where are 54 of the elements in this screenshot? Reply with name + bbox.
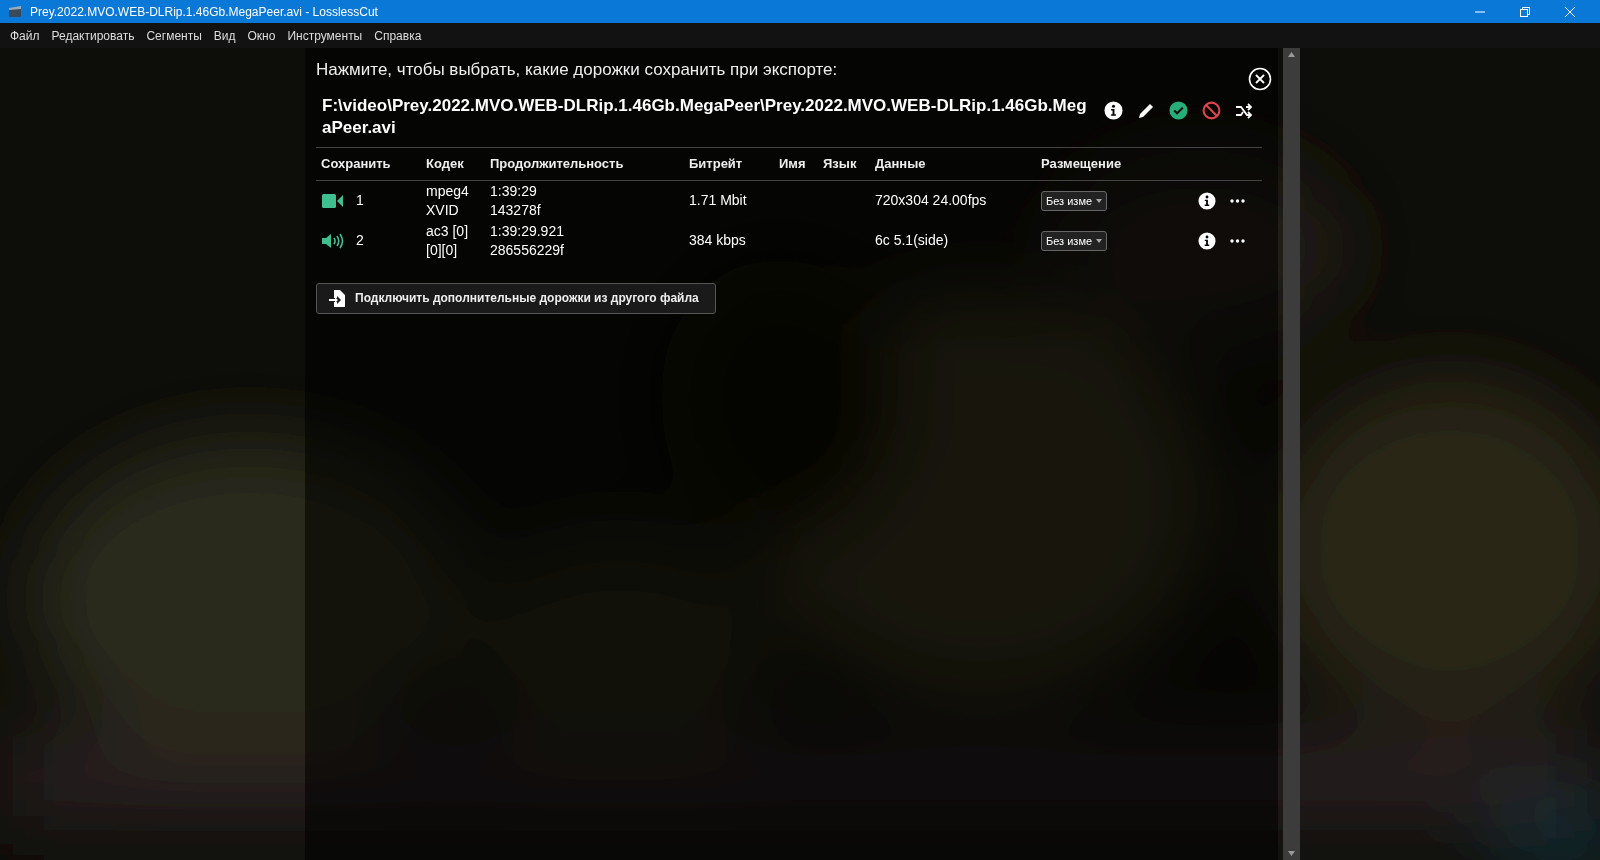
- menu-item[interactable]: Справка: [368, 26, 428, 45]
- video-camera-icon[interactable]: [322, 193, 344, 208]
- caret-icon: [1096, 239, 1103, 243]
- menu-item[interactable]: Окно: [241, 26, 282, 45]
- menu-item[interactable]: Редактировать: [45, 26, 141, 45]
- prohibited-icon[interactable]: [1202, 101, 1221, 120]
- pencil-icon[interactable]: [1137, 101, 1155, 120]
- data-text: 720x304 24.00fps: [875, 192, 987, 208]
- column-header: Имя: [774, 147, 818, 180]
- close-button[interactable]: [1248, 67, 1272, 91]
- caret-icon: [1096, 199, 1103, 203]
- placement-dropdown[interactable]: Без изме: [1041, 190, 1108, 212]
- menu-item[interactable]: Инструменты: [281, 26, 369, 45]
- app-icon: [8, 4, 22, 19]
- shuffle-icon[interactable]: [1235, 102, 1253, 119]
- more-icon[interactable]: [1230, 238, 1245, 243]
- column-header: Битрейт: [684, 147, 774, 180]
- column-header: Размещение: [1036, 147, 1186, 180]
- column-header: Продолжительность: [485, 147, 684, 180]
- more-icon[interactable]: [1230, 198, 1245, 203]
- menu-item[interactable]: Сегменты: [140, 26, 208, 45]
- speaker-icon[interactable]: [322, 232, 344, 249]
- column-header: Кодек: [421, 147, 485, 180]
- info-icon[interactable]: [1104, 101, 1123, 120]
- window-title: Prey.2022.MVO.WEB-DLRip.1.46Gb.MegaPeer.avi - LosslessCut: [30, 3, 379, 21]
- scrollbar[interactable]: [1283, 48, 1300, 860]
- bitrate-text: 1.71 Mbit: [689, 192, 747, 208]
- duration-text: 1:39:29.921: [490, 221, 564, 241]
- data-text: 6c 5.1(side): [875, 232, 949, 248]
- check-icon[interactable]: [1169, 101, 1188, 120]
- menu-item[interactable]: Файл: [4, 26, 46, 45]
- track-number: 1: [356, 191, 364, 210]
- column-header: Язык: [818, 147, 870, 180]
- column-header: Сохранить: [316, 147, 421, 180]
- bitrate-text: 384 kbps: [689, 232, 746, 248]
- duration-text: 1:39:29: [490, 181, 537, 201]
- scroll-down-icon[interactable]: [1288, 851, 1295, 856]
- file-import-icon: [329, 289, 345, 307]
- info-icon[interactable]: [1198, 231, 1216, 250]
- codec-text: ac3 [0]: [426, 221, 469, 241]
- codec-text: [0][0]: [426, 240, 458, 260]
- scroll-up-icon[interactable]: [1288, 52, 1295, 57]
- include-tracks-button[interactable]: Подключить дополнительные дорожки из другого файла: [316, 282, 716, 314]
- dialog-heading: Нажмите, чтобы выбрать, какие дорожки сохранить при экспорте:: [316, 59, 838, 81]
- track-number: 2: [356, 231, 364, 250]
- placement-dropdown[interactable]: Без изме: [1041, 230, 1108, 252]
- codec-text: mpeg4: [426, 181, 469, 201]
- column-header: Данные: [870, 147, 1036, 180]
- duration-text: 143278f: [490, 200, 541, 220]
- menu-item[interactable]: Вид: [207, 26, 242, 45]
- codec-text: XVID: [426, 200, 459, 220]
- info-icon[interactable]: [1198, 191, 1216, 210]
- duration-text: 286556229f: [490, 240, 564, 260]
- file-path: F:\video\Prey.2022.MVO.WEB-DLRip.1.46Gb.MegaPeer\Prey.2022.MVO.WEB-DLRip.1.46Gb.MegaPeer.avi: [322, 95, 1088, 139]
